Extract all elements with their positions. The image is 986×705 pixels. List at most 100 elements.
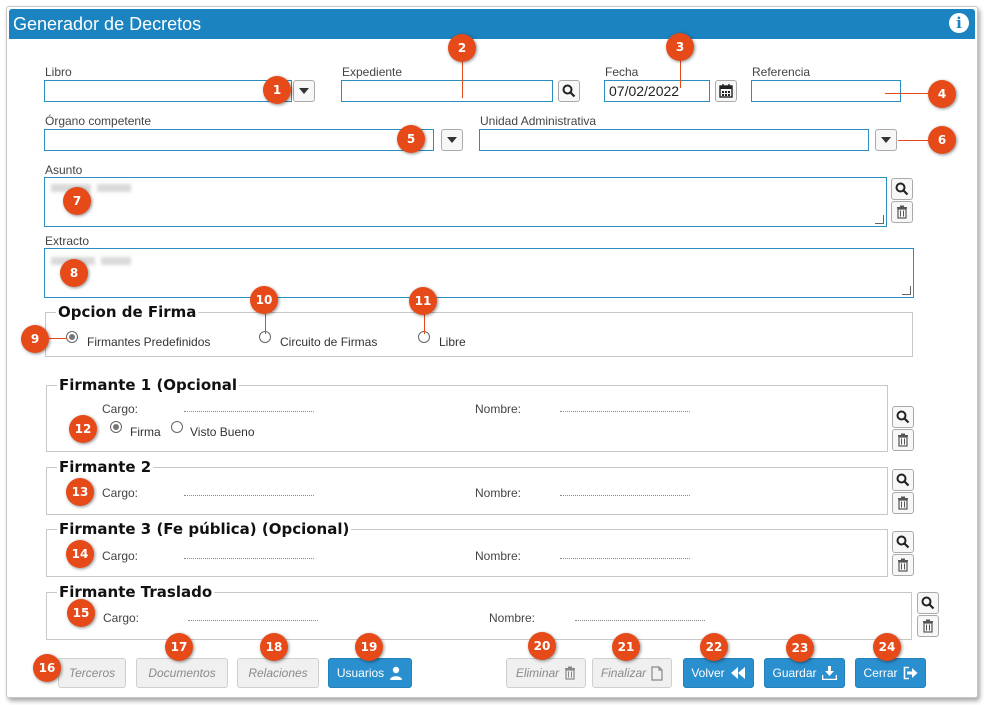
callout-6-leader [898, 140, 928, 141]
terceros-button[interactable]: Terceros [58, 658, 126, 688]
cerrar-button[interactable]: Cerrar [855, 658, 926, 688]
firmante-1-search-button[interactable] [892, 406, 914, 428]
chevron-down-icon [881, 137, 891, 143]
callout-badge: 2 [448, 34, 476, 62]
unidad-label: Unidad Administrativa [480, 114, 597, 128]
callout-badge: 3 [666, 33, 694, 61]
firmante-3-fieldset: Firmante 3 (Fe pública) (Opcional) [46, 520, 888, 577]
callout-9-leader [49, 338, 67, 339]
trash-icon [898, 496, 908, 510]
firmante-1-cargo-value [184, 411, 314, 412]
firmante-1-clear-button[interactable] [892, 429, 914, 451]
callout-badge: 5 [397, 125, 425, 153]
callout-badge: 16 [33, 654, 61, 682]
firmante-traslado-clear-button[interactable] [917, 615, 939, 637]
organo-input[interactable] [44, 129, 434, 151]
callout-badge: 21 [612, 633, 640, 661]
firmante-2-search-button[interactable] [892, 469, 914, 491]
radio-label-firmantes-predefinidos: Firmantes Predefinidos [87, 335, 211, 349]
libro-label: Libro [45, 65, 72, 79]
callout-10-leader [265, 312, 266, 334]
callout-badge: 20 [528, 632, 556, 660]
documentos-button[interactable]: Documentos [136, 658, 228, 688]
resize-handle[interactable] [875, 215, 884, 224]
radio-label-libre: Libre [439, 335, 466, 349]
libro-input[interactable] [44, 80, 292, 102]
extracto-redacted-text [101, 257, 131, 265]
firmante-1-legend: Firmante 1 (Opcional [59, 376, 238, 394]
firmante-2-legend: Firmante 2 [59, 458, 152, 476]
callout-badge: 4 [928, 80, 956, 108]
volver-button[interactable]: Volver [683, 658, 754, 688]
callout-badge: 12 [69, 415, 97, 443]
firmante-traslado-cargo-value [188, 620, 318, 621]
calendar-button[interactable] [715, 80, 737, 102]
user-icon [390, 666, 403, 680]
info-icon[interactable]: i [949, 13, 969, 33]
firmante-2-nombre-value [560, 495, 690, 496]
chevron-down-icon [447, 137, 457, 143]
guardar-button[interactable]: Guardar [764, 658, 845, 688]
radio-firma[interactable] [110, 421, 122, 433]
resize-handle[interactable] [902, 286, 911, 295]
fecha-input[interactable] [604, 80, 710, 102]
calendar-icon [719, 84, 733, 98]
sign-out-icon [903, 666, 917, 680]
unidad-input[interactable] [479, 129, 869, 151]
download-icon [821, 666, 837, 680]
trash-icon [565, 666, 576, 680]
asunto-label: Asunto [45, 163, 83, 177]
callout-badge: 22 [700, 633, 728, 661]
radio-label-circuito-firmas: Circuito de Firmas [280, 335, 378, 349]
libro-dropdown-button[interactable] [293, 80, 315, 102]
search-icon [896, 535, 910, 549]
firmante-3-clear-button[interactable] [892, 554, 914, 576]
radio-label-firma: Firma [130, 425, 161, 439]
eliminar-button[interactable]: Eliminar [506, 658, 586, 688]
callout-11-leader [424, 312, 425, 334]
firmante-3-search-button[interactable] [892, 531, 914, 553]
firmante-1-nombre-value [560, 411, 690, 412]
terceros-label: Terceros [68, 666, 116, 680]
firmante-2-clear-button[interactable] [892, 492, 914, 514]
radio-visto-bueno[interactable] [171, 421, 183, 433]
extracto-textarea[interactable] [44, 248, 914, 298]
search-icon [921, 596, 935, 610]
callout-badge: 1 [263, 76, 291, 104]
firmante-1-nombre-label: Nombre: [475, 402, 522, 416]
callout-badge: 14 [66, 540, 94, 568]
firmante-traslado-fieldset: Firmante Traslado [46, 583, 912, 640]
callout-badge: 19 [355, 633, 383, 661]
opcion-firma-legend: Opcion de Firma [58, 303, 197, 321]
callout-badge: 17 [165, 633, 193, 661]
firmante-3-nombre-label: Nombre: [475, 549, 522, 563]
expediente-input[interactable] [341, 80, 553, 102]
callout-badge: 24 [873, 633, 901, 661]
finalizar-button[interactable]: Finalizar [592, 658, 672, 688]
asunto-clear-button[interactable] [891, 201, 913, 223]
callout-badge: 13 [66, 478, 94, 506]
referencia-label: Referencia [752, 65, 811, 79]
double-chevron-left-icon [730, 667, 745, 679]
referencia-input[interactable] [751, 80, 901, 102]
firmante-2-nombre-label: Nombre: [475, 486, 522, 500]
window-title: Generador de Decretos [13, 14, 202, 34]
unidad-dropdown-button[interactable] [875, 129, 897, 151]
relaciones-label: Relaciones [248, 666, 308, 680]
relaciones-button[interactable]: Relaciones [237, 658, 319, 688]
callout-badge: 15 [67, 599, 95, 627]
organo-dropdown-button[interactable] [441, 129, 463, 151]
radio-label-visto-bueno: Visto Bueno [190, 425, 255, 439]
asunto-textarea[interactable] [44, 177, 887, 227]
asunto-search-button[interactable] [891, 178, 913, 200]
firmante-traslado-search-button[interactable] [917, 592, 939, 614]
trash-icon [898, 558, 908, 572]
radio-firmantes-predefinidos[interactable] [66, 331, 78, 343]
documentos-label: Documentos [148, 666, 216, 680]
chevron-down-icon [299, 88, 309, 94]
asunto-redacted-text [97, 184, 131, 192]
usuarios-button[interactable]: Usuarios [328, 658, 412, 688]
expediente-search-button[interactable] [558, 80, 580, 102]
eliminar-label: Eliminar [515, 666, 560, 680]
callout-badge: 7 [63, 187, 91, 215]
